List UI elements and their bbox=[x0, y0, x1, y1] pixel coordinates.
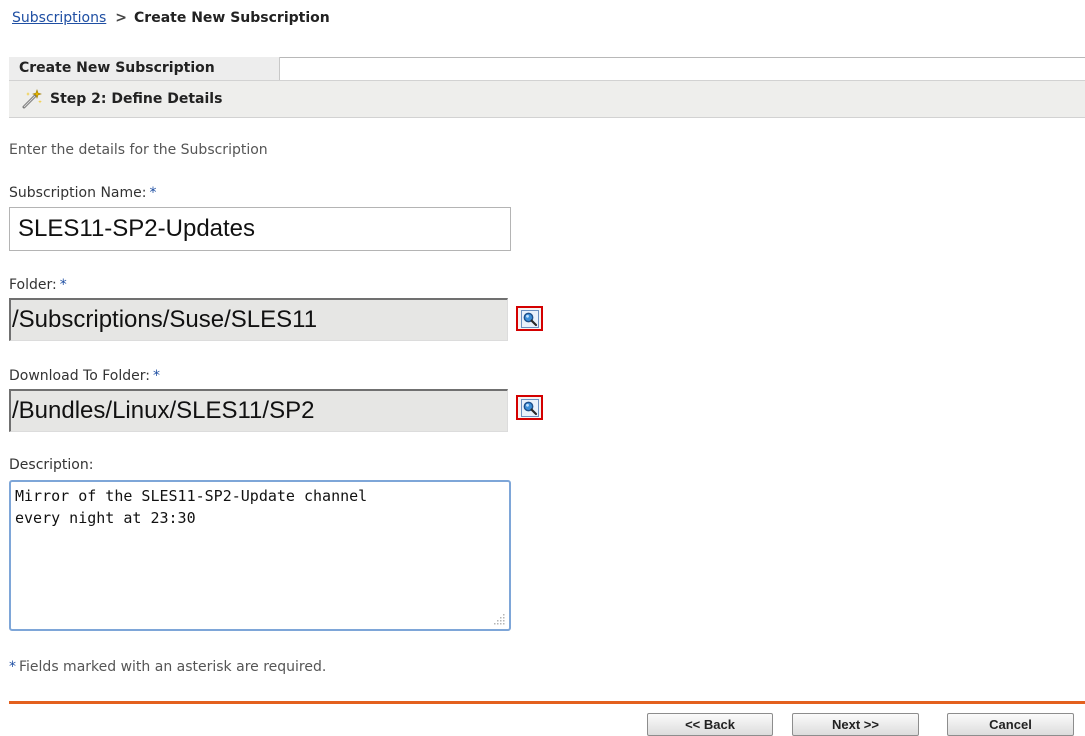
wizard-title-tab: Create New Subscription bbox=[9, 57, 280, 80]
back-button[interactable]: << Back bbox=[647, 713, 773, 736]
subscription-name-label: Subscription Name: * bbox=[9, 185, 156, 201]
magnifier-icon bbox=[520, 399, 539, 417]
required-marker: * bbox=[152, 368, 160, 384]
required-fields-note-text: Fields marked with an asterisk are requi… bbox=[19, 659, 327, 675]
breadcrumb-current: Create New Subscription bbox=[134, 10, 330, 26]
download-folder-field: /Bundles/Linux/SLES11/SP2 bbox=[9, 389, 508, 432]
required-marker: * bbox=[9, 659, 16, 675]
folder-label-text: Folder: bbox=[9, 277, 57, 293]
description-line: Mirror of the SLES11-SP2-Update channel bbox=[15, 487, 368, 505]
download-folder-label: Download To Folder: * bbox=[9, 368, 160, 384]
folder-label: Folder: * bbox=[9, 277, 67, 293]
description-label: Description: bbox=[9, 457, 94, 473]
intro-text: Enter the details for the Subscription bbox=[9, 142, 268, 158]
folder-browse-button[interactable] bbox=[516, 306, 543, 331]
description-line: every night at 23:30 bbox=[15, 509, 196, 527]
magic-wand-icon bbox=[21, 87, 43, 109]
cancel-button[interactable]: Cancel bbox=[947, 713, 1074, 736]
required-marker: * bbox=[59, 277, 67, 293]
breadcrumb-link-subscriptions[interactable]: Subscriptions bbox=[12, 10, 106, 26]
download-folder-label-text: Download To Folder: bbox=[9, 368, 150, 384]
magnifier-icon bbox=[520, 310, 539, 328]
subscription-name-input[interactable]: SLES11-SP2-Updates bbox=[9, 207, 511, 251]
required-marker: * bbox=[149, 185, 157, 201]
description-textarea[interactable]: Mirror of the SLES11-SP2-Update channel … bbox=[9, 480, 511, 631]
breadcrumb-separator: > bbox=[115, 10, 128, 26]
resize-grip-icon[interactable] bbox=[492, 612, 506, 626]
footer-divider bbox=[9, 701, 1085, 704]
breadcrumb: Subscriptions > Create New Subscription bbox=[12, 7, 330, 29]
wizard-step-header: Step 2: Define Details bbox=[9, 80, 1085, 118]
required-fields-note: * Fields marked with an asterisk are requ… bbox=[9, 659, 326, 675]
subscription-name-label-text: Subscription Name: bbox=[9, 185, 147, 201]
folder-field: /Subscriptions/Suse/SLES11 bbox=[9, 298, 508, 341]
wizard-step-label: Step 2: Define Details bbox=[50, 91, 223, 107]
download-folder-browse-button[interactable] bbox=[516, 395, 543, 420]
next-button[interactable]: Next >> bbox=[792, 713, 919, 736]
